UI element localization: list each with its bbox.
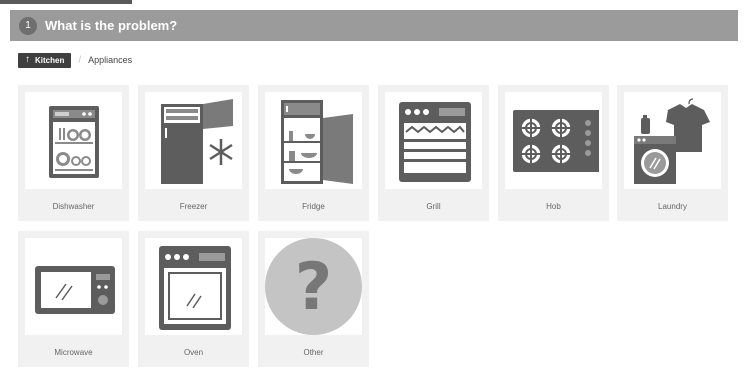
- dishwasher-icon: [25, 92, 122, 189]
- appliance-tile-fridge[interactable]: Fridge: [258, 85, 369, 221]
- fridge-icon: [265, 92, 362, 189]
- microwave-icon: [25, 238, 122, 335]
- breadcrumb-kitchen-button[interactable]: ↑ Kitchen: [18, 52, 72, 68]
- question-icon: ?: [265, 238, 362, 335]
- appliance-label: Fridge: [302, 202, 325, 211]
- appliance-tile-laundry[interactable]: Laundry: [617, 85, 728, 221]
- laundry-icon: [624, 92, 721, 189]
- appliance-tile-grill[interactable]: Grill: [378, 85, 489, 221]
- up-arrow-icon: ↑: [25, 54, 30, 65]
- appliance-label: Other: [303, 348, 324, 357]
- appliance-tile-other[interactable]: ? Other: [258, 231, 369, 367]
- hob-icon: [505, 92, 602, 189]
- appliance-tile-oven[interactable]: Oven: [138, 231, 249, 367]
- appliance-label: Oven: [183, 348, 204, 357]
- step-header: 1 What is the problem?: [10, 10, 738, 41]
- oven-icon: [145, 238, 242, 335]
- top-tab-indicator: [0, 0, 132, 4]
- freezer-icon: [145, 92, 242, 189]
- grill-icon: [385, 92, 482, 189]
- appliance-label: Microwave: [54, 348, 93, 357]
- breadcrumb-separator: /: [78, 54, 82, 66]
- appliance-tile-dishwasher[interactable]: Dishwasher: [18, 85, 129, 221]
- breadcrumb-home-label: Kitchen: [35, 55, 65, 65]
- appliance-label: Freezer: [179, 202, 208, 211]
- appliance-tile-microwave[interactable]: Microwave: [18, 231, 129, 367]
- appliance-tile-hob[interactable]: Hob: [498, 85, 609, 221]
- svg-text:?: ?: [295, 250, 333, 325]
- appliance-label: Dishwasher: [52, 202, 95, 211]
- appliance-tile-freezer[interactable]: Freezer: [138, 85, 249, 221]
- appliance-label: Laundry: [658, 202, 687, 211]
- step-number-badge: 1: [19, 16, 37, 35]
- appliance-label: Grill: [426, 202, 441, 211]
- breadcrumb-current: Appliances: [88, 55, 133, 65]
- breadcrumb: ↑ Kitchen / Appliances: [18, 52, 132, 68]
- appliance-label: Hob: [546, 202, 561, 211]
- step-title: What is the problem?: [45, 18, 178, 33]
